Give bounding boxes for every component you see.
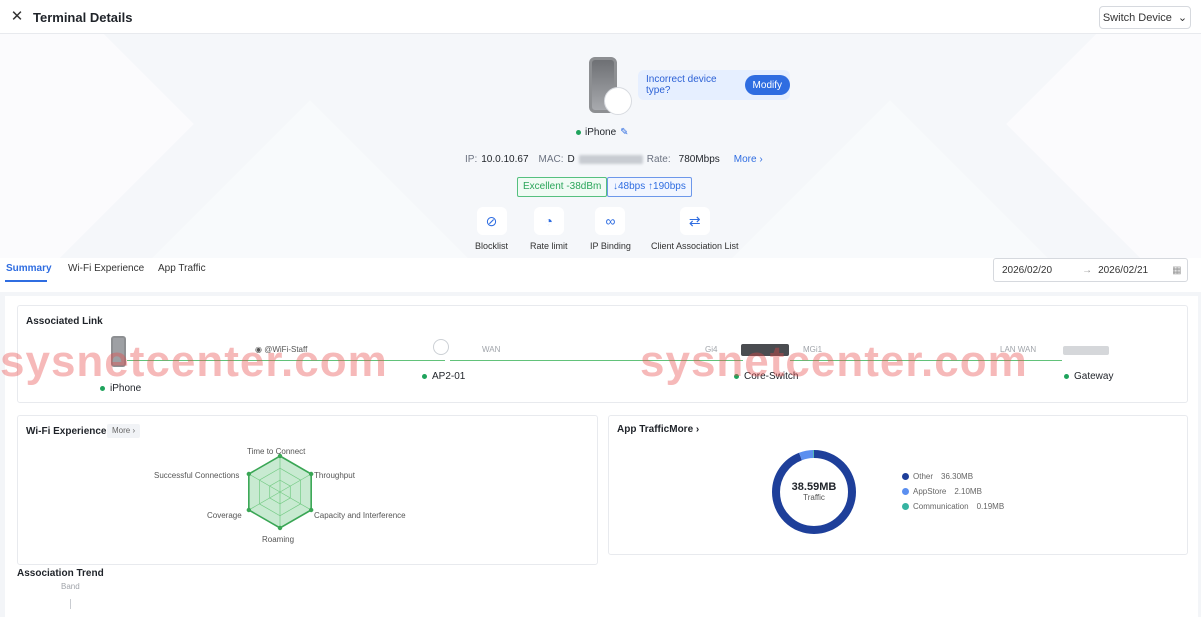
tab-summary[interactable]: Summary xyxy=(6,263,52,274)
legend-communication: Communication 0.19MB xyxy=(902,502,1004,511)
radar-point xyxy=(277,525,283,531)
wifi-experience-more-button[interactable]: More › xyxy=(107,424,141,438)
date-arrow-icon: → xyxy=(1082,264,1093,276)
device-name: iPhone xyxy=(585,127,617,138)
close-icon: ✕ xyxy=(10,8,24,25)
rate-limit-label: Rate limit xyxy=(530,241,568,251)
legend-dot xyxy=(902,503,909,510)
legend-appstore: AppStore 2.10MB xyxy=(902,487,982,496)
radar-label-capacity: Capacity and Interference xyxy=(314,511,406,520)
ip-label: IP: xyxy=(465,154,478,165)
associated-link-card xyxy=(17,305,1188,403)
radar-point xyxy=(246,471,252,477)
association-trend-title: Association Trend xyxy=(17,568,104,579)
node-status-dot xyxy=(422,374,427,379)
traffic-total-label: Traffic xyxy=(803,493,825,502)
radar-point xyxy=(308,507,314,513)
node-status-dot xyxy=(1064,374,1069,379)
chevron-down-icon: ⌄ xyxy=(1177,12,1188,24)
ip-binding-action[interactable]: ∞ IP Binding xyxy=(590,207,631,251)
app-traffic-title[interactable]: App TrafficMore › xyxy=(617,424,699,435)
device-name-row: iPhone ✎ xyxy=(576,127,629,138)
apple-logo-icon xyxy=(604,87,632,115)
online-status-dot xyxy=(576,130,581,135)
tab-app-traffic[interactable]: App Traffic xyxy=(158,263,206,274)
mac-redaction xyxy=(578,155,643,164)
trend-axis-line xyxy=(70,599,71,609)
iphone-node-image xyxy=(111,336,126,367)
wifi-icon: ◉ xyxy=(255,345,265,354)
rate-value: 780Mbps xyxy=(678,154,720,165)
app-traffic-card xyxy=(608,415,1188,555)
ip-value: 10.0.10.67 xyxy=(481,154,529,165)
link-line-switch-gateway xyxy=(790,360,1062,361)
signal-strength-badge: Excellent -38dBm xyxy=(517,177,608,197)
node-core-switch[interactable]: Core-Switch xyxy=(734,371,798,382)
radar-point xyxy=(246,507,252,513)
radar-label-coverage: Coverage xyxy=(207,511,242,520)
ap-node-image xyxy=(433,339,449,355)
calendar-icon: ▦ xyxy=(1172,264,1182,276)
port-label-gi4: Gi4 xyxy=(705,345,718,354)
client-association-list-label: Client Association List xyxy=(651,241,739,251)
ssid-label: ◉ @WiFi-Staff xyxy=(255,345,308,354)
legend-other: Other 36.30MB xyxy=(902,472,973,481)
page-title: Terminal Details xyxy=(33,10,133,25)
port-label-wan: WAN xyxy=(482,345,501,354)
core-switch-image xyxy=(741,344,789,356)
node-ap2-01[interactable]: AP2-01 xyxy=(422,371,465,382)
gauge-icon: ◔ xyxy=(533,207,564,235)
traffic-total: 38.59MB xyxy=(791,481,837,493)
date-start: 2026/02/20 xyxy=(1002,264,1053,276)
client-association-list-action[interactable]: ⇄ Client Association List xyxy=(651,207,739,251)
wifi-experience-radar-chart xyxy=(246,453,314,531)
modify-button[interactable]: Modify xyxy=(744,75,790,95)
traffic-rate-badge: ↓48bps ↑190bps xyxy=(607,177,692,197)
association-list-icon: ⇄ xyxy=(679,207,710,235)
rate-label: Rate: xyxy=(646,154,671,165)
legend-dot xyxy=(902,473,909,480)
node-status-dot xyxy=(734,374,739,379)
radar-score-area xyxy=(248,455,312,529)
node-gateway[interactable]: Gateway xyxy=(1064,371,1113,382)
radar-label-successful-connections: Successful Connections xyxy=(154,471,240,480)
link-line-iphone-ap xyxy=(127,360,445,361)
incorrect-device-text: Incorrect device type? xyxy=(646,74,717,96)
active-tab-indicator xyxy=(5,280,47,282)
user-block-icon: ⊘ xyxy=(476,207,507,235)
associated-link-title: Associated Link xyxy=(26,316,103,327)
top-bar: ✕ Terminal Details Switch Device ⌄ xyxy=(0,0,1201,34)
incorrect-device-prompt: Incorrect device type? Modify xyxy=(638,70,790,100)
date-end: 2026/02/21 xyxy=(1098,264,1149,276)
edit-icon[interactable]: ✎ xyxy=(620,127,628,138)
port-label-lan-wan: LAN WAN xyxy=(1000,345,1037,354)
switch-device-label: Switch Device xyxy=(1102,11,1172,24)
wifi-experience-title: Wi-Fi Experience xyxy=(26,426,107,437)
tab-wifi-experience[interactable]: Wi-Fi Experience xyxy=(68,263,144,274)
link-line-ap-switch xyxy=(450,360,743,361)
link-icon: ∞ xyxy=(595,207,626,235)
device-info-line: IP: 10.0.10.67 MAC: D Rate: 780Mbps More… xyxy=(465,154,763,165)
node-status-dot xyxy=(100,386,105,391)
radar-point xyxy=(308,471,314,477)
close-button[interactable]: ✕ xyxy=(8,8,26,26)
legend-dot xyxy=(902,488,909,495)
ip-binding-label: IP Binding xyxy=(590,241,631,251)
radar-label-roaming: Roaming xyxy=(262,535,295,544)
mac-label: MAC: xyxy=(538,154,564,165)
rate-limit-action[interactable]: ◔ Rate limit xyxy=(530,207,568,251)
radar-label-throughput: Throughput xyxy=(314,471,355,480)
gateway-image xyxy=(1063,346,1109,355)
blocklist-label: Blocklist xyxy=(475,241,509,251)
switch-device-button[interactable]: Switch Device ⌄ xyxy=(1099,6,1191,29)
blocklist-action[interactable]: ⊘ Blocklist xyxy=(475,207,508,251)
port-label-mgi1: MGi1 xyxy=(803,345,823,354)
mac-value: D xyxy=(567,154,575,165)
device-more-link[interactable]: More › xyxy=(734,154,763,165)
node-iphone[interactable]: iPhone xyxy=(100,383,141,394)
date-range-picker[interactable]: 2026/02/20 → 2026/02/21 ▦ xyxy=(993,258,1188,282)
radar-label-time-to-connect: Time to Connect xyxy=(247,447,306,456)
band-axis-label: Band xyxy=(61,582,80,591)
